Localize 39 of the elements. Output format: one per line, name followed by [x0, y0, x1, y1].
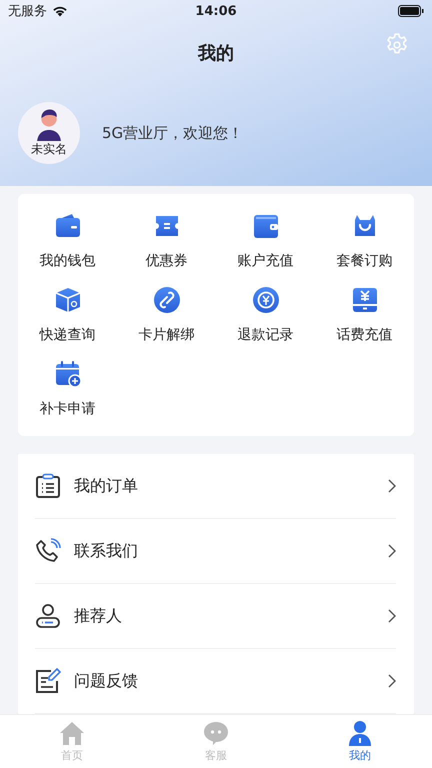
service-label[interactable]: 套餐订购: [336, 252, 392, 270]
chevron-right-icon: [388, 609, 396, 623]
wifi-icon: [52, 5, 68, 17]
clipboard-list-icon: [35, 473, 61, 499]
service-label[interactable]: 退款记录: [238, 326, 294, 344]
home-icon: [59, 720, 85, 746]
welcome-text: 5G营业厅，欢迎您！: [102, 124, 244, 142]
box-search-icon[interactable]: [54, 286, 82, 314]
service-label[interactable]: 快递查询: [40, 326, 96, 344]
battery-icon: [398, 5, 424, 17]
edit-document-icon: [35, 668, 61, 694]
service-label[interactable]: 补卡申请: [40, 400, 96, 418]
person-icon: [35, 603, 61, 629]
verification-tag: 未实名: [31, 141, 67, 158]
page-title: 我的: [198, 42, 234, 65]
wallet-icon[interactable]: [252, 212, 280, 240]
chevron-right-icon: [388, 479, 396, 493]
service-label[interactable]: 我的钱包: [40, 252, 96, 270]
carrier-label: 无服务: [8, 3, 47, 20]
service-label[interactable]: 优惠券: [146, 252, 188, 270]
service-label[interactable]: 账户充值: [238, 252, 294, 270]
calendar-plus-icon[interactable]: [54, 360, 82, 388]
yuan-coin-icon[interactable]: [252, 286, 280, 314]
person-icon: [347, 720, 373, 746]
status-time: 14:06: [195, 4, 237, 18]
tab[interactable]: 我的: [288, 715, 432, 768]
menu-item[interactable]: 联系我们: [35, 519, 396, 584]
yuan-screen-icon[interactable]: [350, 286, 378, 314]
link-icon[interactable]: [152, 286, 180, 314]
phone-icon: [35, 538, 61, 564]
chat-icon: [203, 720, 229, 746]
menu-item[interactable]: 推荐人: [35, 584, 396, 649]
chevron-right-icon: [388, 674, 396, 688]
wallet-icon[interactable]: [54, 212, 82, 240]
chevron-right-icon: [388, 544, 396, 558]
avatar[interactable]: 未实名: [18, 102, 80, 164]
service-label[interactable]: 卡片解绑: [138, 326, 194, 344]
menu-item[interactable]: 我的订单: [35, 454, 396, 519]
service-label[interactable]: 话费充值: [336, 326, 392, 344]
